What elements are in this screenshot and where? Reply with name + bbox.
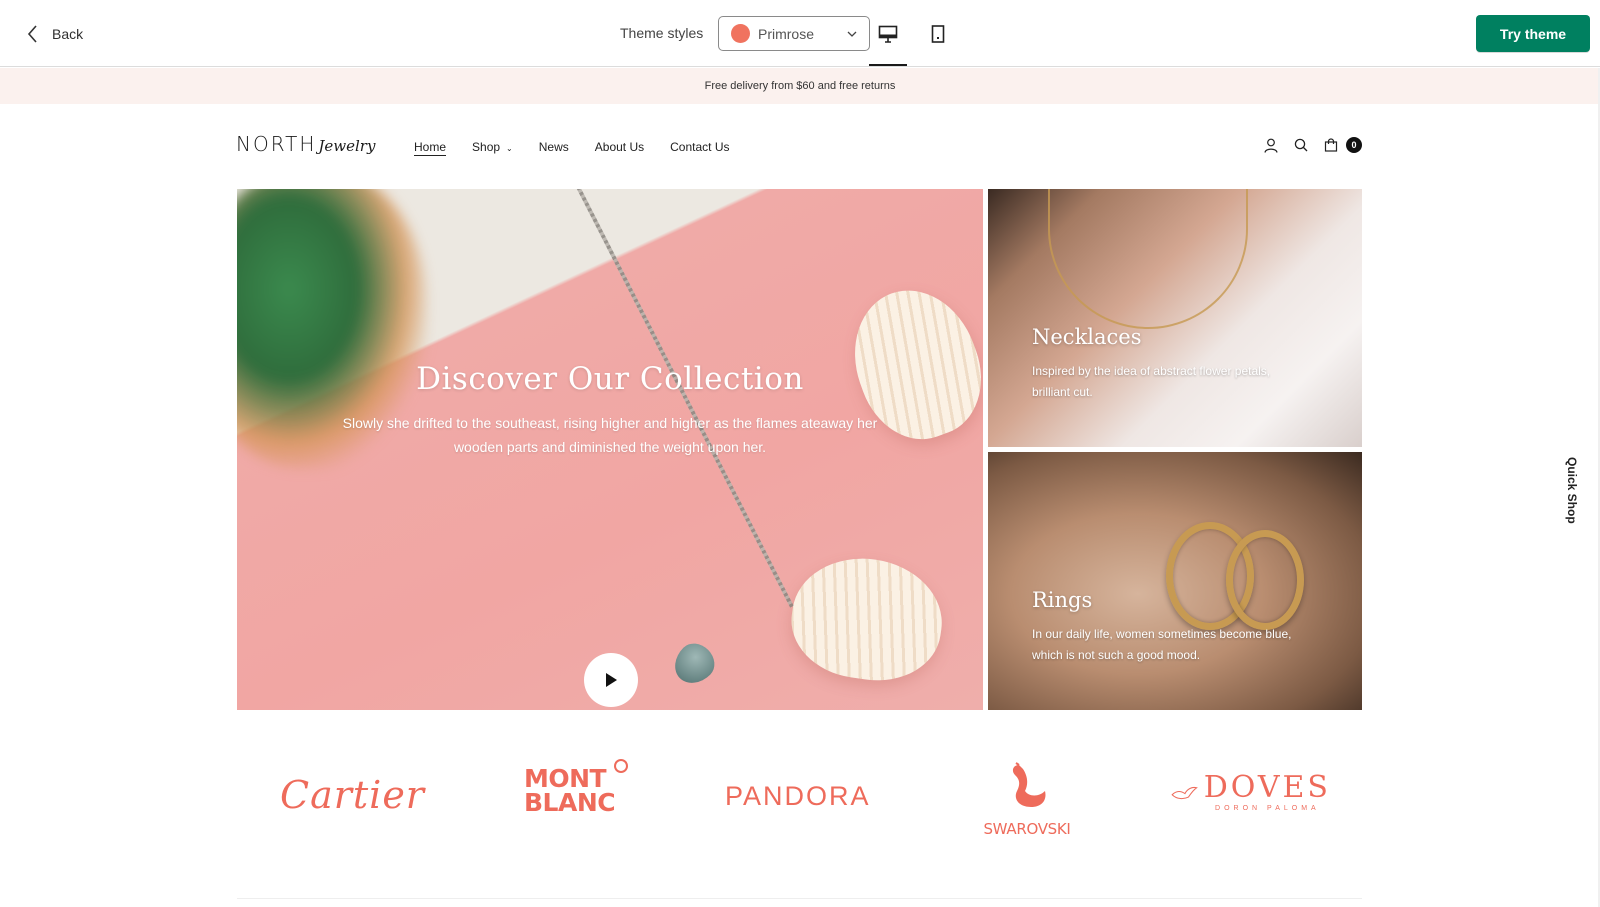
brand-name-line: BLANC [524, 788, 616, 817]
main-nav: Home Shop ⌄ News About Us Contact Us [414, 140, 729, 156]
mobile-icon [931, 25, 945, 43]
hero-image-pendant [666, 636, 722, 692]
brand-logos: Cartier MONT BLANC PANDORA SWAROVSKI DOV… [237, 745, 1362, 855]
hero-banner[interactable]: Discover Our Collection Slowly she drift… [237, 189, 983, 710]
chevron-left-icon [27, 25, 37, 43]
hero-image-shell [784, 549, 950, 689]
quick-shop-label: Quick Shop [1565, 456, 1579, 524]
theme-style-value: Primrose [758, 25, 815, 42]
tile-image-necklace [1048, 189, 1248, 329]
color-swatch [731, 24, 750, 43]
swan-icon [1012, 762, 1046, 807]
brand-logo-doves[interactable]: DOVES DORON PALOMA [1171, 773, 1331, 812]
play-icon [606, 673, 617, 687]
nav-item-shop[interactable]: Shop ⌄ [472, 140, 513, 156]
montblanc-star-icon [614, 759, 628, 773]
brand-logo-swarovski[interactable]: SWAROVSKI [972, 757, 1082, 838]
brand-logo-montblanc[interactable]: MONT BLANC [524, 759, 634, 817]
hero-content: Discover Our Collection Slowly she drift… [237, 361, 983, 707]
nav-item-home[interactable]: Home [414, 140, 447, 156]
cart-icon[interactable] [1322, 136, 1340, 154]
theme-preview-bar: Back Theme styles Primrose Try theme [0, 0, 1600, 67]
hero-title: Discover Our Collection [416, 361, 804, 397]
dove-icon [1171, 786, 1198, 799]
announcement-bar: Free delivery from $60 and free returns [0, 68, 1600, 104]
search-icon[interactable] [1292, 136, 1310, 154]
divider [237, 898, 1362, 899]
tile-content: Rings In our daily life, women sometimes… [1032, 588, 1302, 666]
user-icon[interactable] [1262, 136, 1280, 154]
nav-item-news[interactable]: News [539, 140, 569, 156]
collection-tile-rings[interactable]: Rings In our daily life, women sometimes… [988, 452, 1362, 710]
theme-style-select[interactable]: Primrose [718, 16, 870, 51]
chevron-down-icon [847, 31, 857, 37]
tile-content: Necklaces Inspired by the idea of abstra… [1032, 325, 1302, 403]
tile-title: Rings [1032, 588, 1093, 612]
nav-item-about-us[interactable]: About Us [595, 140, 644, 156]
collection-tile-necklaces[interactable]: Necklaces Inspired by the idea of abstra… [988, 189, 1362, 447]
header-icons: 0 [1262, 136, 1362, 154]
tile-text: In our daily life, women sometimes becom… [1032, 627, 1292, 662]
play-video-button[interactable] [584, 653, 638, 707]
back-button[interactable]: Back [26, 22, 83, 46]
brand-subtitle: DORON PALOMA [1215, 805, 1320, 812]
nav-item-shop-label: Shop [472, 140, 501, 154]
back-label: Back [52, 26, 84, 42]
hero-text: Slowly she drifted to the southeast, ris… [342, 415, 878, 455]
store-logo[interactable]: NORTH Jewelry [236, 132, 375, 156]
logo-script: Jewelry [318, 137, 376, 155]
brand-name: SWAROVSKI [983, 820, 1071, 838]
brand-logo-pandora[interactable]: PANDORA [725, 781, 871, 812]
chevron-down-icon: ⌄ [506, 144, 513, 153]
brand-name: DOVES [1203, 770, 1331, 805]
theme-styles-label: Theme styles [620, 25, 704, 41]
try-theme-button[interactable]: Try theme [1476, 15, 1590, 52]
mobile-view-button[interactable] [918, 18, 958, 50]
desktop-icon [878, 25, 898, 43]
logo-primary: NORTH [236, 132, 317, 156]
brand-logo-cartier[interactable]: Cartier [280, 773, 425, 817]
desktop-view-button[interactable] [868, 18, 908, 50]
nav-item-contact-us[interactable]: Contact Us [670, 140, 729, 156]
cart-count-badge: 0 [1346, 137, 1362, 153]
selected-device-indicator [869, 64, 907, 66]
quick-shop-tab[interactable]: Quick Shop [1557, 455, 1587, 525]
tile-text: Inspired by the idea of abstract flower … [1032, 364, 1271, 399]
store-header: NORTH Jewelry Home Shop ⌄ News About Us C… [0, 104, 1600, 188]
tile-title: Necklaces [1032, 325, 1142, 349]
